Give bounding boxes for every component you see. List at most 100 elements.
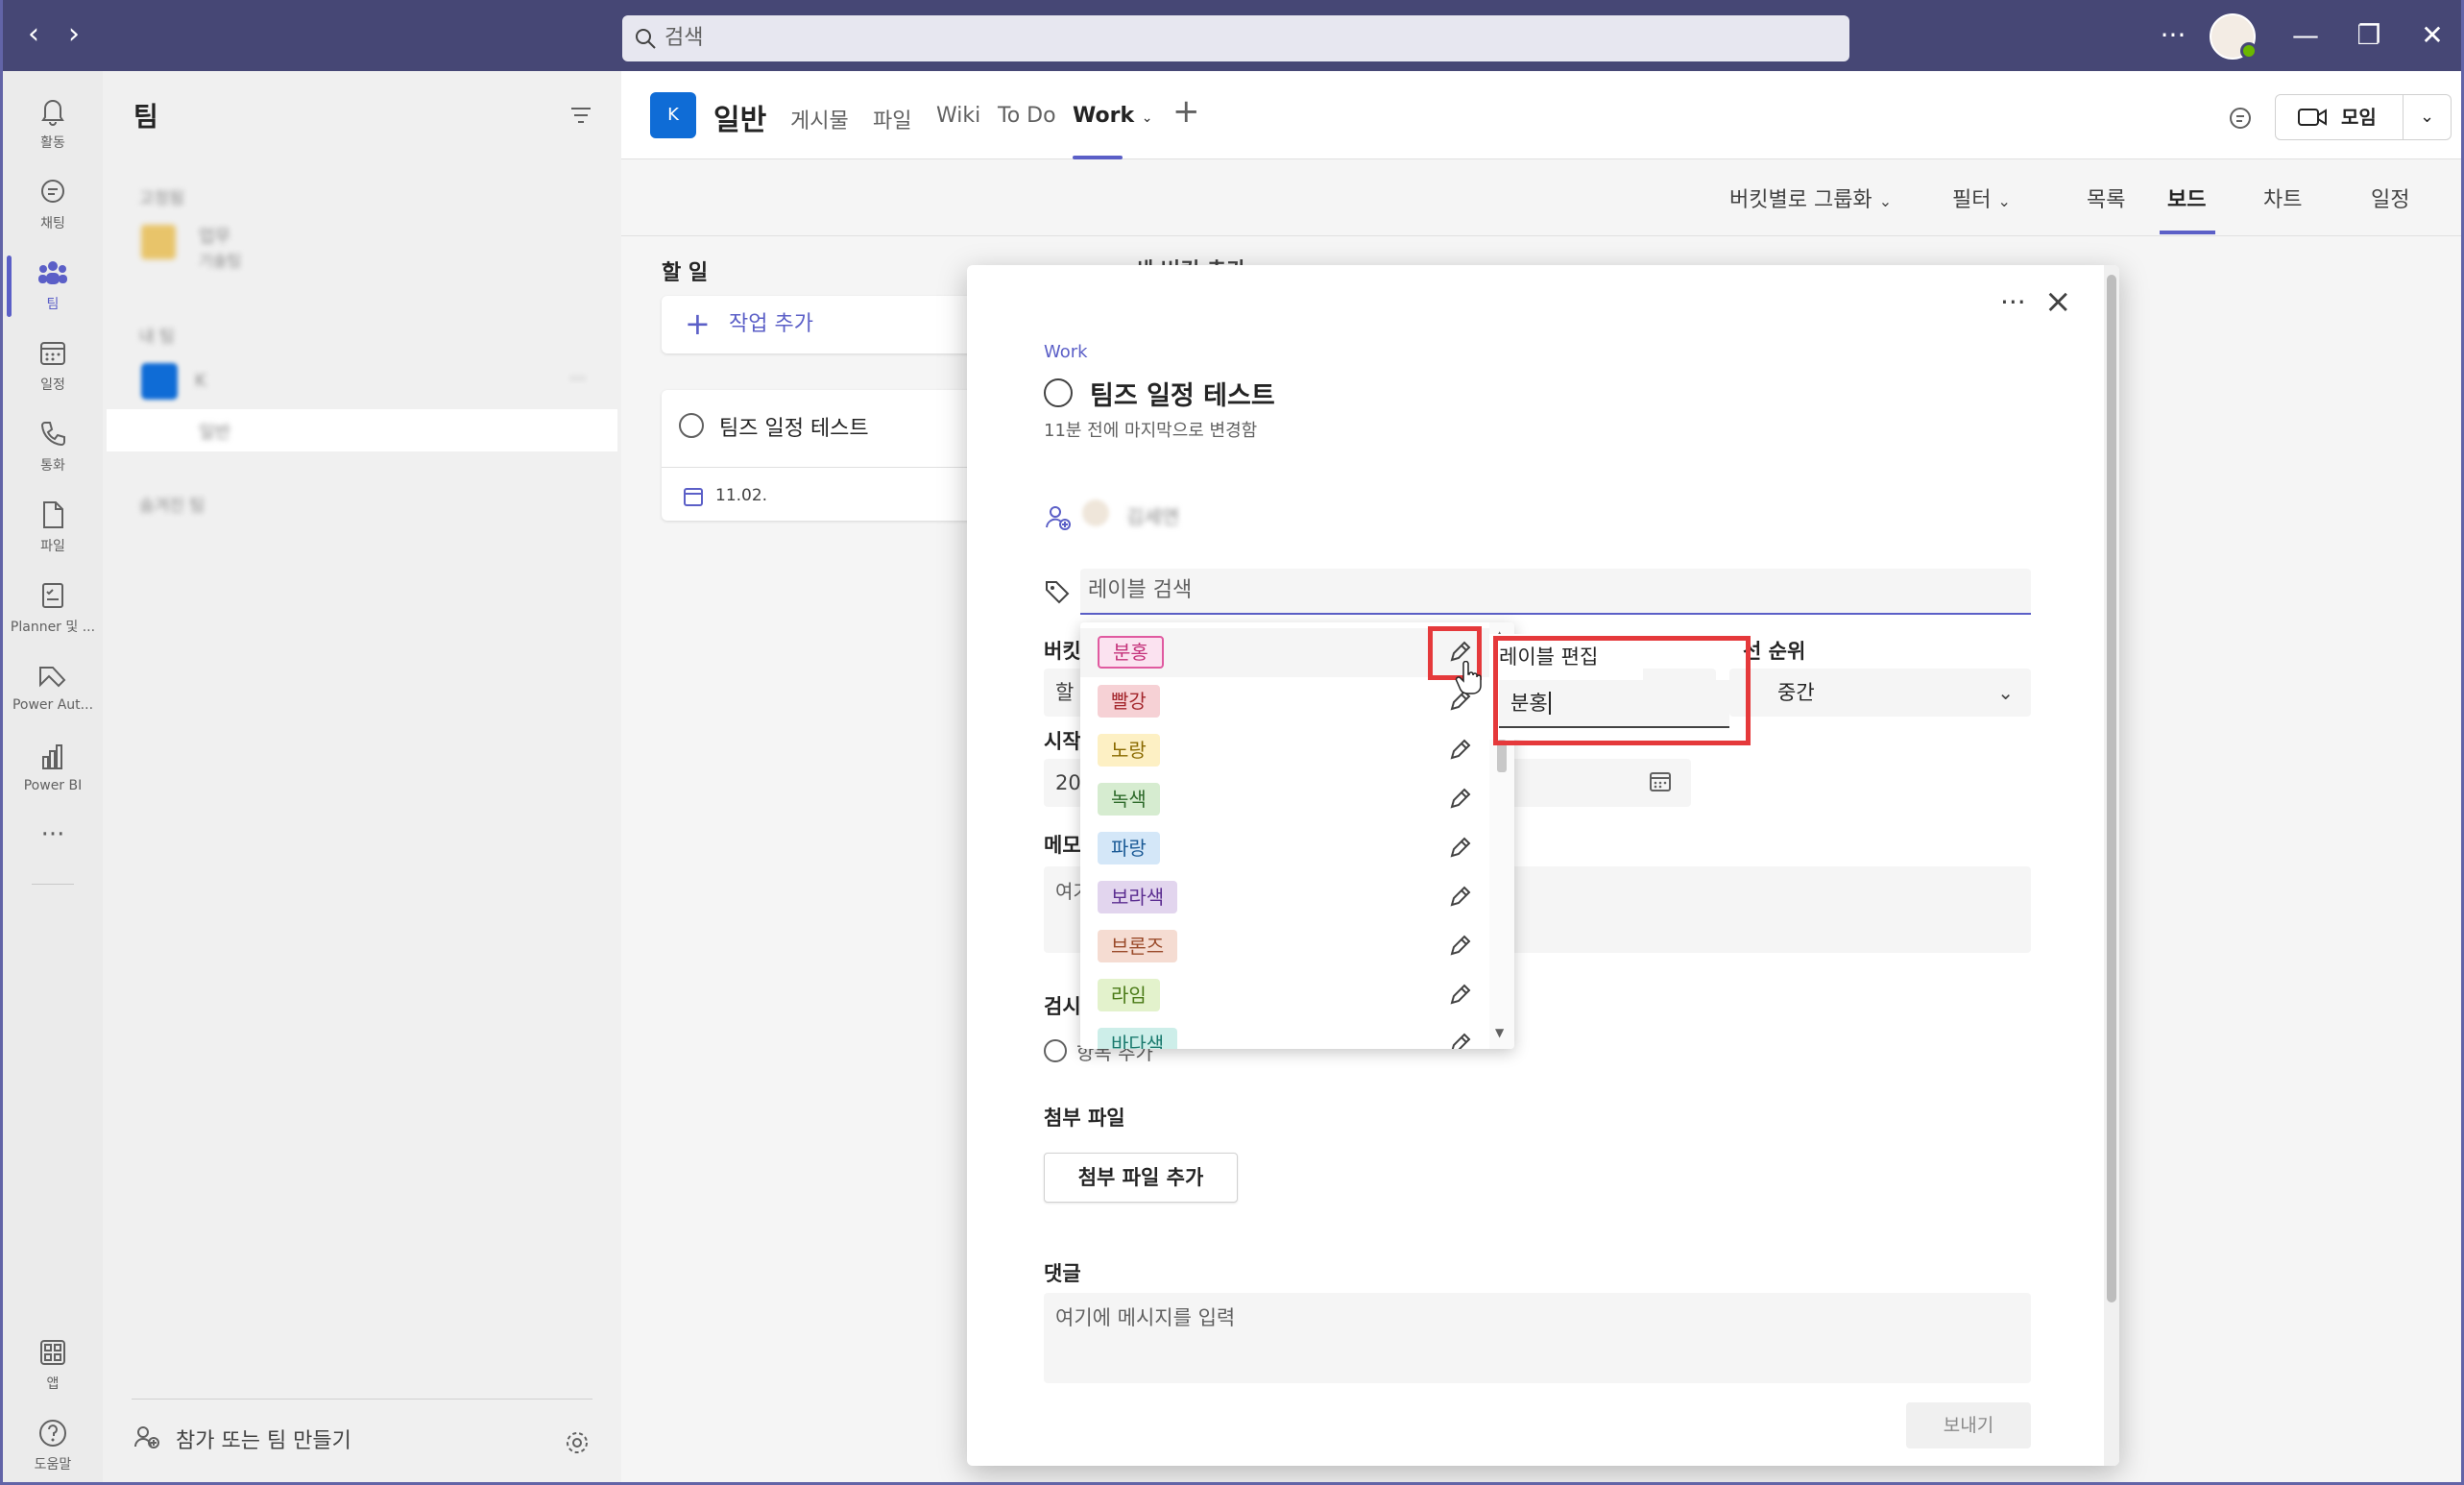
label-dropdown: 분홍 빨강 노랑 녹색 파랑 보라색 브론즈 라임 바다색 ▼ [1080,622,1514,1049]
tab-files[interactable]: 파일 [873,104,911,134]
close-icon[interactable]: × [2044,282,2072,321]
rail-item-files[interactable]: 파일 [3,488,103,565]
forward-icon[interactable]: › [57,17,91,52]
team-more-icon[interactable]: ··· [569,369,586,389]
calendar-icon [40,342,65,365]
restore-icon[interactable]: ❐ [2350,19,2388,52]
rail-item-power-bi[interactable]: Power BI [3,730,103,807]
pencil-icon[interactable] [1445,785,1474,814]
rail-item-chat[interactable]: 채팅 [3,165,103,242]
team-k-name[interactable]: K [195,371,206,391]
label-item-bronze[interactable]: 브론즈 [1080,922,1514,971]
tab-todo[interactable]: To Do [998,104,1056,128]
join-or-create-team[interactable]: 참가 또는 팀 만들기 [133,1424,351,1454]
add-attachment-button[interactable]: 첨부 파일 추가 [1044,1153,1238,1203]
channel-item-general[interactable]: 일반 [107,409,617,451]
pencil-icon[interactable] [1445,834,1474,863]
priority-select[interactable]: 중간 ⌄ [1729,669,2031,717]
pencil-icon[interactable] [1445,736,1474,765]
label-item-teal[interactable]: 바다색 [1080,1020,1514,1049]
scroll-thumb[interactable] [2107,275,2116,1302]
filter-dropdown[interactable]: 필터 ⌄ [1952,183,2011,213]
task-title[interactable]: 팀즈 일정 테스트 [1090,375,1275,412]
pencil-icon[interactable] [1445,883,1474,912]
label-item-blue[interactable]: 파랑 [1080,824,1514,873]
meet-options-chevron-icon[interactable]: ⌄ [2404,94,2452,140]
back-icon[interactable]: ‹ [16,17,51,52]
complete-task-checkbox[interactable] [679,413,704,438]
label-item-lime[interactable]: 라임 [1080,971,1514,1020]
task-card-date: 11.02. [715,486,768,505]
chat-icon [41,180,64,203]
group-by-dropdown[interactable]: 버킷별로 그룹화 ⌄ [1729,183,1892,213]
rail-item-planner[interactable]: Planner 및 ... [3,569,103,645]
label-item-pink[interactable]: 분홍 [1080,628,1514,677]
team-name[interactable]: 업무 [199,223,230,248]
chevron-down-icon: ⌄ [1997,681,2014,704]
tab-work[interactable]: Work ⌄ [1073,104,1152,128]
planner-icon [42,583,63,608]
label-chip: 보라색 [1098,881,1178,913]
rail-more-apps-icon[interactable]: ··· [3,820,103,868]
pencil-icon[interactable] [1445,981,1474,1010]
video-camera-icon [2298,109,2327,126]
panel-title: 팀 [133,101,158,133]
assignee-avatar [1082,499,1109,526]
pencil-icon[interactable] [1445,932,1474,961]
minimize-icon[interactable]: — [2286,19,2325,52]
filter-icon[interactable] [569,104,592,127]
scroll-down-icon[interactable]: ▼ [1495,1026,1504,1039]
text-cursor [1548,692,1551,715]
send-button[interactable]: 보내기 [1906,1402,2031,1448]
search-input[interactable]: 검색 [622,15,1849,61]
assign-person-icon[interactable] [1044,503,1073,532]
comment-textarea[interactable]: 여기에 메시지를 입력 [1044,1293,2031,1383]
calendar-icon[interactable] [1649,770,1672,793]
label-item-purple[interactable]: 보라색 [1080,873,1514,922]
edit-label-input[interactable]: 분홍 [1499,680,1729,728]
teams-window: ‹ › 검색 ··· — ❐ ✕ 활동 채팅 팀 일정 통화 파일 Planne… [0,0,2464,1485]
view-board[interactable]: 보드 [2167,183,2206,213]
team-k-avatar [141,363,178,400]
label-item-red[interactable]: 빨강 [1080,677,1514,726]
file-icon [43,501,63,528]
rail-item-power-automate[interactable]: Power Aut... [3,649,103,726]
plus-icon: + [685,305,711,342]
label-item-green[interactable]: 녹색 [1080,775,1514,824]
teams-icon [38,261,67,284]
presence-available-icon [2240,42,2258,60]
start-date-label: 시작 [1044,730,1081,753]
conversation-icon[interactable] [2227,106,2254,133]
add-tab-icon[interactable]: + [1172,92,1200,131]
meet-button[interactable]: 모임 [2275,94,2404,140]
rail-item-teams[interactable]: 팀 [3,246,103,323]
label-chip: 노랑 [1098,734,1160,767]
rail-item-apps[interactable]: 앱 [3,1326,103,1402]
scroll-thumb[interactable] [1497,740,1507,772]
view-schedule[interactable]: 일정 [2371,183,2409,213]
complete-task-checkbox[interactable] [1044,378,1073,407]
pencil-icon[interactable] [1445,1030,1474,1049]
label-item-yellow[interactable]: 노랑 [1080,726,1514,775]
tab-wiki[interactable]: Wiki [936,104,980,128]
view-list[interactable]: 목록 [2087,183,2125,213]
assignee-name[interactable]: 김세연 [1126,501,1179,529]
label-chip: 분홍 [1098,636,1164,669]
more-options-icon[interactable]: ··· [2000,286,2026,318]
plan-name: Work [1044,342,1088,362]
rail-item-calls[interactable]: 통화 [3,407,103,484]
gear-icon[interactable] [564,1429,591,1456]
view-underline [2160,231,2215,234]
close-window-icon[interactable]: ✕ [2413,19,2452,52]
rail-item-calendar[interactable]: 일정 [3,327,103,403]
tab-posts[interactable]: 게시물 [790,104,849,134]
notes-label: 메모 [1044,834,1081,857]
rail-item-help[interactable]: 도움말 [3,1406,103,1482]
more-options-icon[interactable]: ··· [2154,19,2192,52]
avatar[interactable] [2210,13,2258,60]
rail-item-activity[interactable]: 활동 [3,85,103,161]
label-search-input[interactable]: 레이블 검색 [1080,569,2031,615]
dialog-scrollbar[interactable] [2104,265,2119,1466]
bell-icon [41,100,64,126]
view-chart[interactable]: 차트 [2263,183,2302,213]
